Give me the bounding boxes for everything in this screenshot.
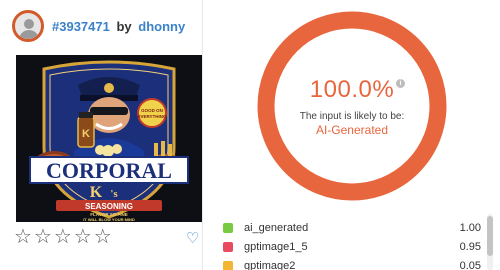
list-item: gptimage1_5 0.95 (223, 237, 481, 256)
star-icon[interactable]: ☆ (94, 227, 112, 247)
by-label: by (116, 18, 132, 34)
author-link[interactable]: dhonny (138, 19, 185, 34)
star-rating: ☆ ☆ ☆ ☆ ☆ (14, 227, 112, 247)
class-name: gptimage1_5 (244, 240, 308, 253)
class-list: ai_generated 1.00 gptimage1_5 0.95 gptim… (223, 218, 481, 270)
list-item: gptimage2 0.05 (223, 256, 481, 270)
avatar[interactable] (12, 10, 44, 42)
avatar-head (24, 19, 34, 29)
star-icon[interactable]: ☆ (14, 227, 32, 247)
svg-text:EVERYTHING: EVERYTHING (137, 114, 167, 119)
class-name: ai_generated (244, 221, 309, 234)
brand-s: 's (110, 188, 118, 200)
scrollbar-thumb[interactable] (487, 216, 493, 256)
post-header: #3937471 by dhonny (12, 8, 185, 44)
svg-text:GOOD ON: GOOD ON (141, 108, 163, 113)
scrollbar[interactable] (487, 214, 493, 270)
verdict-label: AI-Generated (315, 122, 389, 137)
class-score: 1.00 (459, 221, 481, 234)
class-swatch (223, 222, 233, 233)
brand-line: CORPORAL (46, 158, 172, 183)
class-swatch (223, 241, 233, 252)
heart-icon[interactable]: ♡ (186, 229, 199, 247)
brand-k: K (90, 184, 103, 201)
list-item: ai_generated 1.00 (223, 218, 481, 237)
seasoning-logo-illustration: K GOOD ON EVERYTHING CORPORAL K 's SEASO… (16, 55, 202, 222)
star-icon[interactable]: ☆ (34, 227, 52, 247)
info-icon[interactable]: i (396, 78, 406, 88)
class-score: 0.05 (459, 259, 481, 270)
result-percent: 100.0% i (309, 75, 406, 104)
class-score: 0.95 (459, 240, 481, 253)
likely-label: The input is likely to be: (299, 110, 405, 122)
class-swatch (223, 260, 233, 270)
seasoning-label: SEASONING (85, 202, 133, 211)
tagline-2: IT WILL BLOW YOUR MIND (83, 217, 135, 222)
detection-panel: 100.0% i The input is likely to be: AI-G… (202, 0, 500, 270)
post-id-link[interactable]: #3937471 (52, 19, 110, 34)
result-summary: 100.0% i The input is likely to be: AI-G… (254, 8, 450, 204)
percent-value: 100.0% (309, 75, 395, 103)
class-name: gptimage2 (244, 259, 296, 270)
star-icon[interactable]: ☆ (54, 227, 72, 247)
avatar-shoulders (19, 30, 39, 39)
star-icon[interactable]: ☆ (74, 227, 92, 247)
svg-text:K: K (82, 128, 90, 140)
post-panel: #3937471 by dhonny K GOOD ON EVERYTHING … (0, 0, 202, 270)
post-image[interactable]: K GOOD ON EVERYTHING CORPORAL K 's SEASO… (16, 55, 202, 222)
post-title: #3937471 by dhonny (52, 19, 185, 34)
